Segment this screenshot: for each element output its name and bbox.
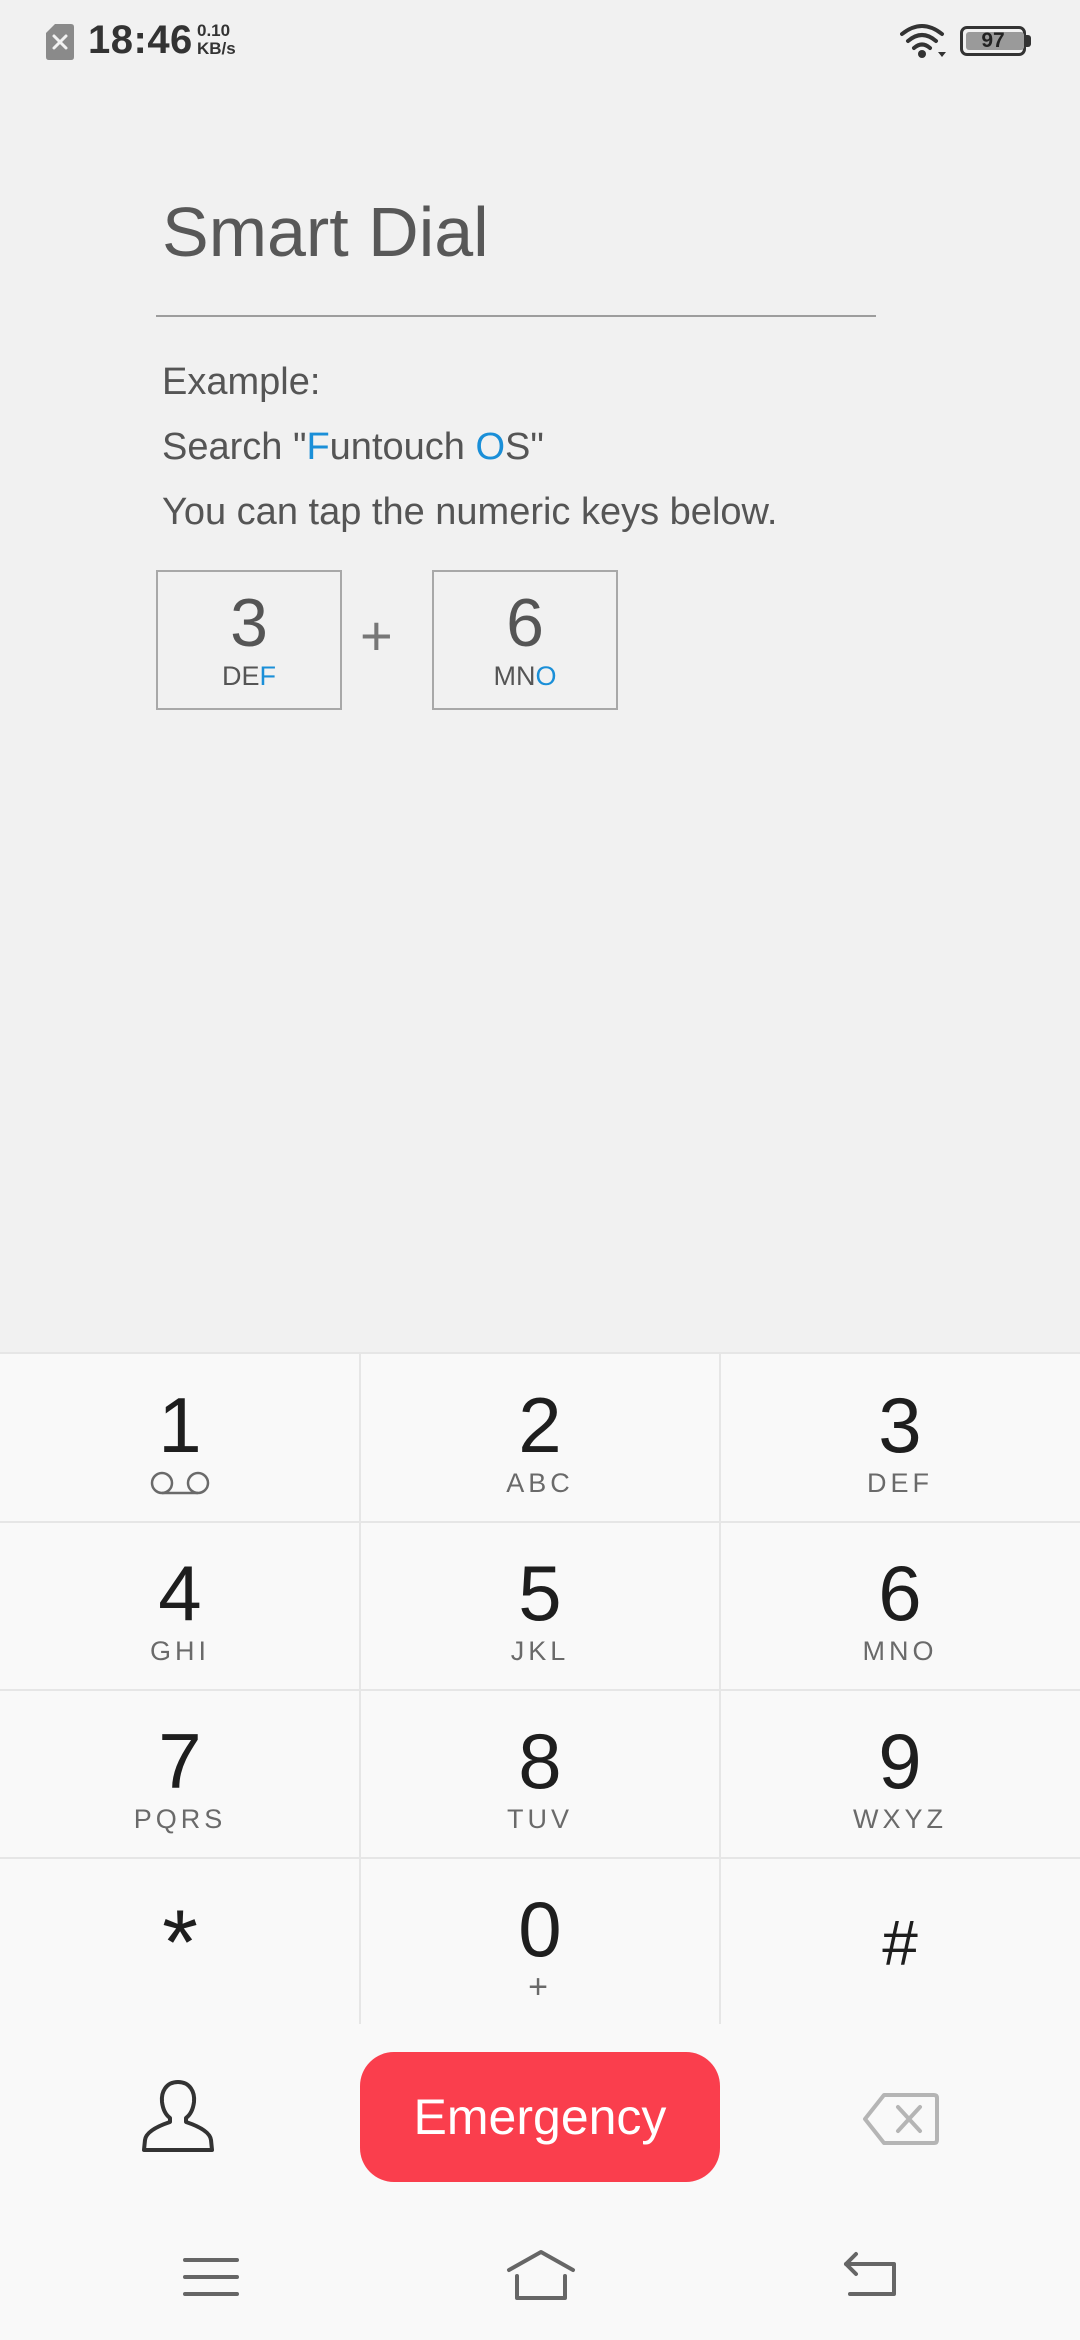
example-letters-plain: DE — [221, 661, 260, 691]
dialpad-key-1[interactable]: 1 — [0, 1354, 360, 1522]
dialpad-key-8[interactable]: 8 TUV — [360, 1690, 720, 1858]
example-key-3: 3 DEF — [156, 570, 342, 710]
key-digit: 7 — [158, 1717, 202, 1805]
example-key-digit: 6 — [506, 585, 544, 661]
navigation-bar — [0, 2204, 1080, 2340]
plus-separator: + — [360, 604, 393, 667]
example-letters-plain: MN — [493, 661, 536, 691]
key-letters: ABC — [506, 1468, 574, 1498]
key-letters: GHI — [149, 1636, 210, 1666]
dialpad-key-7[interactable]: 7 PQRS — [0, 1690, 360, 1858]
page-title: Smart Dial — [162, 193, 489, 271]
sim-error-icon — [46, 24, 74, 60]
home-icon[interactable] — [505, 2248, 577, 2302]
dialpad-key-6[interactable]: 6 MNO — [720, 1522, 1080, 1690]
dialpad-key-9[interactable]: 9 WXYZ — [720, 1690, 1080, 1858]
example-label: Example: — [162, 361, 321, 403]
key-digit: * — [162, 1892, 198, 1994]
network-speed-unit: KB/s — [197, 39, 236, 58]
example-key-letters: MNO — [434, 658, 616, 694]
voicemail-icon — [150, 1471, 210, 1495]
key-digit: 2 — [518, 1381, 562, 1469]
example-key-6: 6 MNO — [432, 570, 618, 710]
battery-tip — [1026, 35, 1031, 47]
status-time: 18:46 — [88, 18, 193, 62]
backspace-icon[interactable] — [862, 2091, 940, 2147]
dialpad-key-3[interactable]: 3 DEF — [720, 1354, 1080, 1522]
key-letters: + — [528, 1968, 552, 2006]
example-letters-highlight: F — [259, 661, 277, 691]
key-digit: 4 — [158, 1549, 202, 1637]
dialpad-key-4[interactable]: 4 GHI — [0, 1522, 360, 1690]
dialpad-key-0[interactable]: 0 + — [360, 1858, 720, 2026]
key-letters: DEF — [867, 1468, 933, 1498]
key-digit: 1 — [158, 1381, 202, 1469]
battery-level: 97 — [981, 29, 1005, 52]
network-speed-value: 0.10 — [197, 21, 231, 40]
dialpad-key-star[interactable]: * — [0, 1858, 360, 2026]
back-icon[interactable] — [842, 2250, 902, 2300]
search-example: Search "Funtouch OS" — [162, 426, 544, 469]
search-highlight-f: F — [306, 426, 330, 468]
key-letters: PQRS — [133, 1804, 227, 1834]
battery-icon: 97 — [960, 26, 1032, 56]
dialpad-key-hash[interactable]: # — [720, 1858, 1080, 2026]
wifi-icon — [900, 24, 946, 58]
key-letters: WXYZ — [853, 1804, 947, 1834]
key-digit: 0 — [518, 1885, 562, 1973]
key-digit: # — [882, 1907, 918, 1979]
search-middle: untouch — [329, 426, 476, 468]
key-digit: 3 — [878, 1381, 922, 1469]
key-digit: 6 — [878, 1549, 922, 1637]
search-prefix: Search " — [162, 426, 307, 468]
dialer-screen: 18:46 0.10 KB/s 97 Smart Dial Example: S… — [0, 0, 1080, 2340]
dialpad-key-5[interactable]: 5 JKL — [360, 1522, 720, 1690]
example-letters-highlight: O — [535, 661, 557, 691]
search-highlight-o: O — [475, 426, 506, 468]
key-digit: 8 — [518, 1717, 562, 1805]
key-letters: MNO — [862, 1636, 938, 1666]
dialpad-key-2[interactable]: 2 ABC — [360, 1354, 720, 1522]
emergency-button[interactable]: Emergency — [360, 2052, 720, 2182]
instruction-text: You can tap the numeric keys below. — [162, 491, 778, 533]
search-suffix: S" — [505, 426, 544, 468]
status-bar: 18:46 0.10 KB/s 97 — [0, 0, 1080, 84]
key-letters: JKL — [510, 1636, 570, 1666]
title-divider — [156, 315, 876, 317]
key-letters: TUV — [507, 1804, 573, 1834]
menu-icon[interactable] — [181, 2252, 241, 2302]
dialpad: 1 2 ABC 3 DEF 4 GHI 5 JKL 6 MNO 7 PQRS 8… — [0, 1352, 1080, 2026]
example-key-digit: 3 — [230, 585, 268, 661]
network-speed: 0.10 KB/s — [197, 22, 236, 58]
key-digit: 9 — [878, 1717, 922, 1805]
contacts-icon[interactable] — [140, 2078, 216, 2154]
example-key-letters: DEF — [158, 658, 340, 694]
key-digit: 5 — [518, 1549, 562, 1637]
